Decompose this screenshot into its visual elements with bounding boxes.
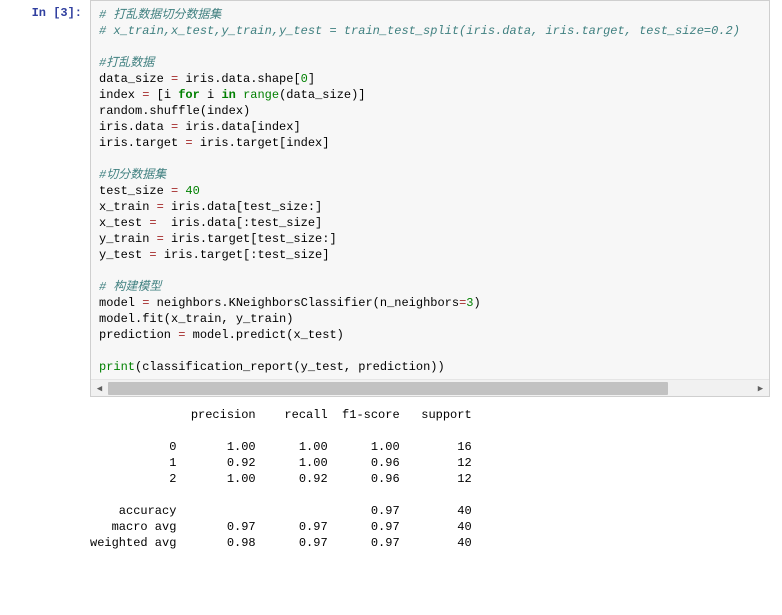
code-builtin: print — [99, 360, 135, 374]
code-op: = — [185, 136, 199, 150]
code-text: neighbors.KNeighborsClassifier(n_neighbo… — [157, 296, 459, 310]
code-content[interactable]: # 打乱数据切分数据集 # x_train,x_test,y_train,y_t… — [99, 7, 761, 375]
output-row: accuracy 0.97 40 — [90, 504, 472, 518]
code-text: iris.data[test_size:] — [171, 200, 322, 214]
code-number: 0 — [301, 72, 308, 86]
code-text: prediction — [99, 328, 178, 342]
scrollbar-arrow-left-icon[interactable]: ◀ — [91, 380, 108, 397]
code-text: model.fit(x_train, y_train) — [99, 312, 293, 326]
code-op: = — [142, 88, 156, 102]
code-op: = — [142, 296, 156, 310]
horizontal-scrollbar[interactable]: ◀ ▶ — [91, 379, 769, 396]
code-text: y_test — [99, 248, 149, 262]
code-text: iris.data.shape[ — [185, 72, 300, 86]
code-comment: # 构建模型 — [99, 280, 161, 294]
code-text: random.shuffle(index) — [99, 104, 250, 118]
code-text: i — [200, 88, 222, 102]
code-keyword: in — [221, 88, 235, 102]
output-area: precision recall f1-score support 0 1.00… — [0, 397, 782, 551]
code-text: model.predict(x_test) — [193, 328, 344, 342]
code-op: = — [171, 72, 185, 86]
scrollbar-thumb[interactable] — [108, 382, 668, 395]
code-text: model — [99, 296, 142, 310]
output-row: 0 1.00 1.00 1.00 16 — [90, 440, 472, 454]
code-comment: #切分数据集 — [99, 168, 166, 182]
code-keyword: for — [178, 88, 200, 102]
prompt-count: [3]: — [53, 6, 82, 20]
code-text: x_train — [99, 200, 157, 214]
output-row: macro avg 0.97 0.97 0.97 40 — [90, 520, 472, 534]
code-op: = — [157, 232, 171, 246]
code-comment: #打乱数据 — [99, 56, 154, 70]
code-text: index — [99, 88, 142, 102]
output-row: 2 1.00 0.92 0.96 12 — [90, 472, 472, 486]
code-text: ] — [308, 72, 315, 86]
code-op: = — [157, 200, 171, 214]
code-op: = — [171, 184, 185, 198]
code-text: iris.target[test_size:] — [171, 232, 337, 246]
code-text: iris.target[:test_size] — [164, 248, 330, 262]
code-comment: # 打乱数据切分数据集 — [99, 8, 221, 22]
code-text: (data_size)] — [279, 88, 365, 102]
notebook-cell: In [3]: # 打乱数据切分数据集 # x_train,x_test,y_t… — [0, 0, 782, 397]
code-text — [236, 88, 243, 102]
code-op: = — [178, 328, 192, 342]
code-comment: # x_train,x_test,y_train,y_test = train_… — [99, 24, 740, 38]
code-op: = — [149, 248, 163, 262]
code-text: iris.target — [99, 136, 185, 150]
code-text: ) — [473, 296, 480, 310]
input-prompt: In [3]: — [0, 0, 90, 397]
code-cell[interactable]: # 打乱数据切分数据集 # x_train,x_test,y_train,y_t… — [90, 0, 770, 397]
code-text: data_size — [99, 72, 171, 86]
output-header: precision recall f1-score support — [90, 408, 472, 422]
code-text: iris.target[index] — [200, 136, 330, 150]
prompt-label: In — [32, 6, 46, 20]
code-text: test_size — [99, 184, 171, 198]
code-text: iris.data[:test_size] — [164, 216, 322, 230]
code-text: x_test — [99, 216, 149, 230]
code-text: [i — [157, 88, 179, 102]
code-number: 40 — [185, 184, 199, 198]
code-text: iris.data[index] — [185, 120, 300, 134]
code-text: iris.data — [99, 120, 171, 134]
code-text: y_train — [99, 232, 157, 246]
output-row: weighted avg 0.98 0.97 0.97 40 — [90, 536, 472, 550]
output-row: 1 0.92 1.00 0.96 12 — [90, 456, 472, 470]
code-op: = — [149, 216, 163, 230]
code-text: (classification_report(y_test, predictio… — [135, 360, 445, 374]
scrollbar-arrow-right-icon[interactable]: ▶ — [752, 380, 769, 397]
output-text: precision recall f1-score support 0 1.00… — [90, 407, 770, 551]
code-op: = — [171, 120, 185, 134]
code-builtin: range — [243, 88, 279, 102]
